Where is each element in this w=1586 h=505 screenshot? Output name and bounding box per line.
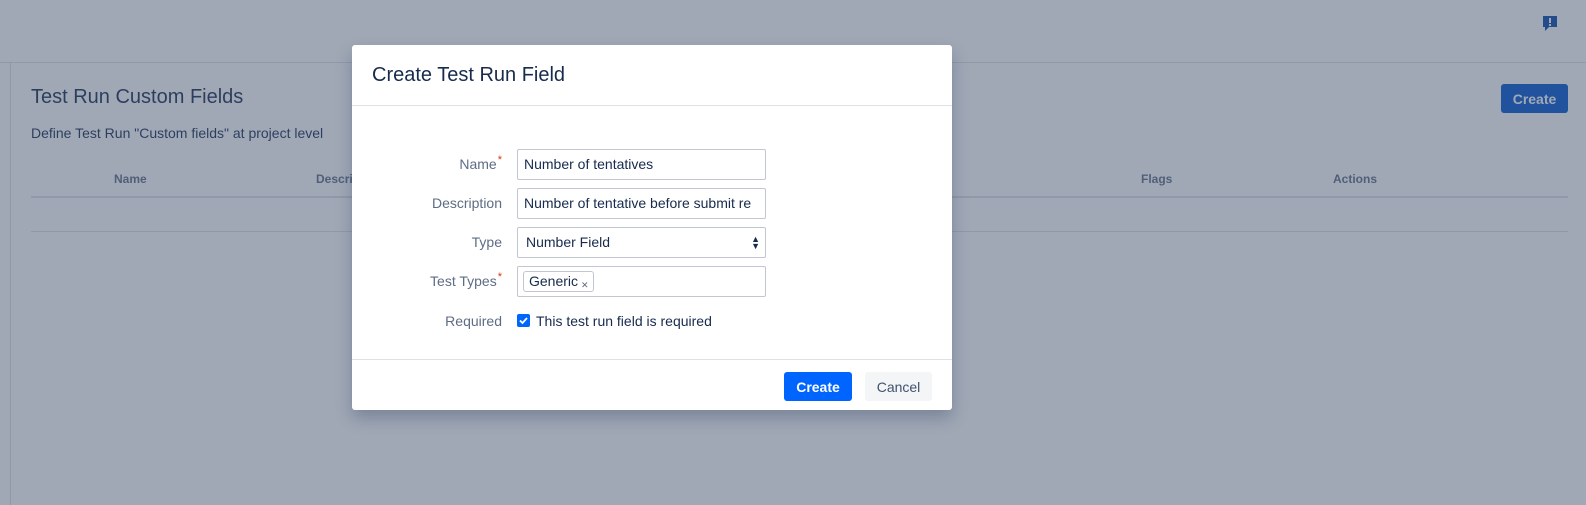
description-input[interactable]: Number of tentative before submit re: [517, 188, 766, 219]
create-test-run-field-dialog: Create Test Run Field Name* Number of te…: [352, 45, 952, 410]
description-row: Description Number of tentative before s…: [352, 188, 952, 220]
create-button[interactable]: Create: [784, 372, 852, 401]
description-label: Description: [431, 195, 502, 211]
type-label: Type: [471, 234, 502, 250]
test-type-tag: Generic ✕: [523, 271, 594, 292]
required-marker: *: [497, 271, 502, 283]
dialog-header: Create Test Run Field: [352, 45, 952, 106]
required-label: Required: [445, 313, 502, 329]
name-input[interactable]: Number of tentatives: [517, 149, 766, 180]
required-checkbox-label[interactable]: This test run field is required: [536, 313, 712, 329]
required-checkbox[interactable]: [517, 314, 530, 327]
test-types-row: Test Types* Generic ✕: [352, 266, 952, 298]
test-type-tag-label: Generic: [529, 273, 579, 289]
type-select-value: Number Field: [526, 234, 611, 250]
type-select[interactable]: Number Field ▲ ▼: [517, 227, 766, 258]
dialog-title: Create Test Run Field: [372, 64, 566, 86]
tag-remove-icon[interactable]: ✕: [581, 280, 589, 290]
dialog-body: Name* Number of tentatives Description N…: [352, 106, 952, 359]
select-arrows-icon: ▲ ▼: [751, 234, 760, 251]
dialog-footer: Create Cancel: [352, 359, 952, 410]
required-marker: *: [497, 154, 502, 166]
name-label: Name*: [459, 154, 502, 172]
cancel-button[interactable]: Cancel: [865, 372, 932, 401]
name-row: Name* Number of tentatives: [352, 149, 952, 181]
test-types-input[interactable]: Generic ✕: [517, 266, 766, 297]
type-row: Type Number Field ▲ ▼: [352, 227, 952, 259]
required-row: Required This test run field is required: [352, 306, 952, 338]
check-icon: [519, 317, 528, 325]
test-types-label: Test Types*: [430, 271, 502, 289]
